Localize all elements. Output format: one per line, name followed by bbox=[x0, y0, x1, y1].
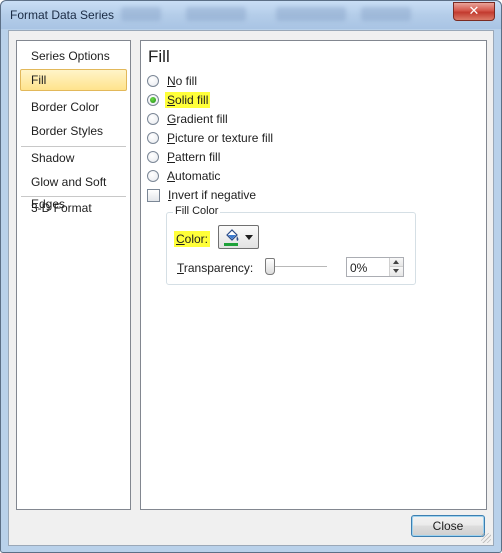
option-no-fill[interactable]: No fill bbox=[147, 72, 199, 90]
option-label: Picture or texture fill bbox=[167, 131, 274, 145]
option-label: No fill bbox=[167, 74, 198, 88]
transparency-spinner[interactable]: 0% bbox=[346, 257, 404, 277]
option-label: Invert if negative bbox=[168, 188, 257, 202]
gradient-fill-radio[interactable] bbox=[147, 113, 159, 125]
nav-item-3d-format[interactable]: 3-D Format bbox=[20, 197, 127, 219]
transparency-value[interactable]: 0% bbox=[350, 261, 367, 275]
background-blur bbox=[361, 7, 411, 21]
window-close-button[interactable]: ✕ bbox=[453, 2, 495, 21]
title-bar[interactable]: Format Data Series ✕ bbox=[1, 1, 501, 29]
transparency-slider-track[interactable] bbox=[267, 266, 327, 268]
option-picture-texture-fill[interactable]: Picture or texture fill bbox=[147, 129, 275, 147]
dialog-client: Series Options Fill Border Color Border … bbox=[8, 30, 494, 546]
option-label: Gradient fill bbox=[167, 112, 228, 126]
nav-item-shadow[interactable]: Shadow bbox=[20, 147, 127, 169]
nav-item-fill[interactable]: Fill bbox=[20, 69, 127, 91]
option-pattern-fill[interactable]: Pattern fill bbox=[147, 148, 222, 166]
option-label: Solid fill bbox=[165, 92, 211, 108]
solid-fill-radio[interactable] bbox=[147, 94, 159, 106]
close-icon: ✕ bbox=[468, 4, 480, 19]
color-label: Color: bbox=[174, 231, 211, 247]
fill-color-group: Fill Color Color: Transparency: 0% bbox=[166, 205, 416, 285]
fill-panel: Fill No fill Solid fill Gradient fill Pi… bbox=[140, 40, 487, 510]
spin-down-button[interactable] bbox=[390, 267, 403, 276]
dialog-window: Format Data Series ✕ Series Options Fill… bbox=[0, 0, 502, 553]
option-label: Pattern fill bbox=[167, 150, 221, 164]
transparency-label: Transparency: bbox=[177, 261, 254, 275]
option-solid-fill[interactable]: Solid fill bbox=[147, 91, 211, 109]
color-swatch bbox=[224, 243, 238, 246]
spin-up-button[interactable] bbox=[390, 258, 403, 267]
nav-item-border-styles[interactable]: Border Styles bbox=[20, 120, 127, 142]
picture-texture-fill-radio[interactable] bbox=[147, 132, 159, 144]
window-title: Format Data Series bbox=[10, 8, 115, 22]
nav-item-border-color[interactable]: Border Color bbox=[20, 96, 127, 118]
background-blur bbox=[186, 7, 246, 21]
option-automatic[interactable]: Automatic bbox=[147, 167, 222, 185]
no-fill-radio[interactable] bbox=[147, 75, 159, 87]
option-label: Automatic bbox=[167, 169, 221, 183]
resize-grip[interactable] bbox=[481, 533, 491, 543]
background-blur bbox=[121, 7, 161, 21]
panel-title: Fill bbox=[148, 47, 170, 66]
transparency-slider-thumb[interactable] bbox=[265, 258, 275, 275]
option-gradient-fill[interactable]: Gradient fill bbox=[147, 110, 230, 128]
spinner-buttons bbox=[389, 258, 403, 276]
invert-if-negative-checkbox[interactable] bbox=[147, 188, 160, 202]
automatic-radio[interactable] bbox=[147, 170, 159, 182]
category-list: Series Options Fill Border Color Border … bbox=[16, 40, 131, 510]
color-picker-button[interactable] bbox=[218, 225, 259, 249]
nav-item-series-options[interactable]: Series Options bbox=[20, 45, 127, 67]
chevron-down-icon bbox=[245, 235, 253, 240]
close-button[interactable]: Close bbox=[411, 515, 485, 537]
background-blur bbox=[276, 7, 346, 21]
nav-item-glow-soft-edges[interactable]: Glow and Soft Edges bbox=[20, 171, 127, 211]
pattern-fill-radio[interactable] bbox=[147, 151, 159, 163]
option-invert-if-negative[interactable]: Invert if negative bbox=[147, 186, 258, 204]
group-title: Fill Color bbox=[173, 205, 221, 217]
